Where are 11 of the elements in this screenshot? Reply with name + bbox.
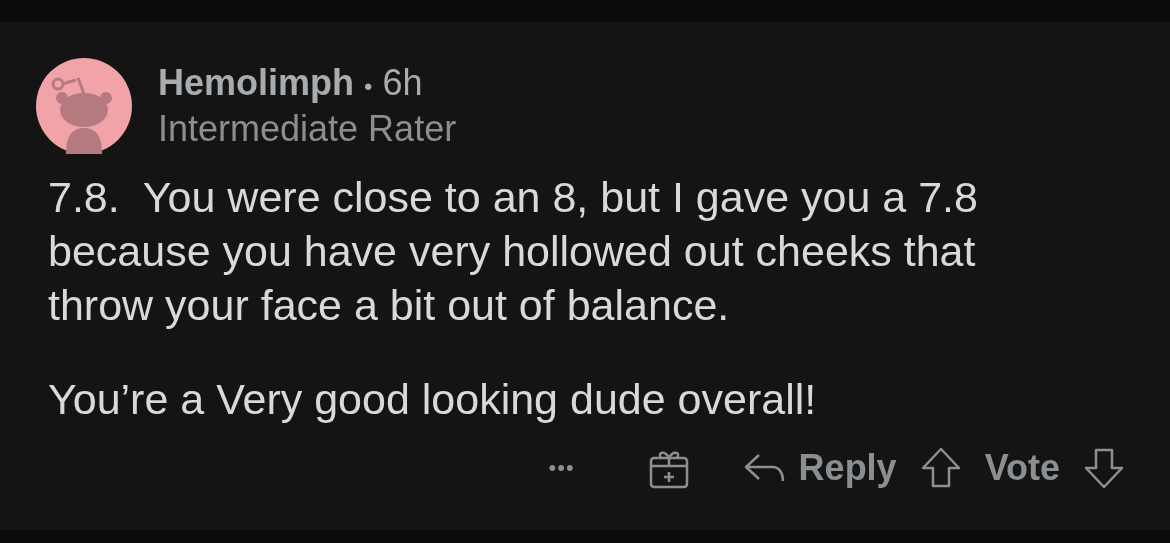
vote-count: Vote <box>984 447 1060 489</box>
comment-age: 6h <box>382 62 423 104</box>
username[interactable]: Hemolimph <box>158 62 354 104</box>
reply-button[interactable]: Reply <box>742 447 897 489</box>
separator-dot: • <box>364 73 373 101</box>
comment-paragraph: 7.8. You were close to an 8, but I gave you a 7.8 because you have very hollowed out cheeks that throw your face a bit out of balance. <box>48 172 979 331</box>
user-flair: Intermediate Rater <box>158 108 457 150</box>
downvote-icon[interactable] <box>1082 446 1126 490</box>
more-button[interactable]: ••• <box>548 455 575 481</box>
comment-paragraph: You’re a Very good looking dude overall! <box>48 374 818 425</box>
avatar-icon <box>36 58 132 154</box>
